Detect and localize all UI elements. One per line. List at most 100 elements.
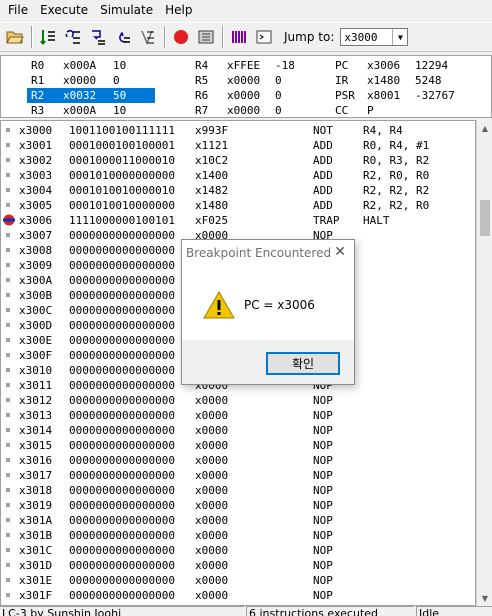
row-marker-icon[interactable]: [6, 548, 10, 552]
row-marker-icon[interactable]: [6, 503, 10, 507]
memory-row[interactable]: x3019 0000000000000000 x0000 NOP: [1, 498, 475, 513]
register-pc[interactable]: PC x3006 12294: [331, 58, 451, 73]
row-marker-icon[interactable]: [6, 323, 10, 327]
memory-row[interactable]: x3000 1001100100111111 x993F NOT R4, R4: [1, 123, 475, 138]
memory-hex: x0000: [195, 529, 229, 542]
breakpoint-button[interactable]: [170, 26, 192, 48]
row-marker-icon[interactable]: [6, 488, 10, 492]
step-out-button[interactable]: [112, 26, 134, 48]
row-marker-icon[interactable]: [6, 398, 10, 402]
step-in-button[interactable]: [87, 26, 109, 48]
row-marker-icon[interactable]: [6, 263, 10, 267]
console-icon: [256, 30, 272, 44]
row-marker-icon[interactable]: [6, 533, 10, 537]
row-marker-icon[interactable]: [6, 278, 10, 282]
row-marker-icon[interactable]: [6, 473, 10, 477]
memory-row[interactable]: x301B 0000000000000000 x0000 NOP: [1, 528, 475, 543]
menu-execute[interactable]: Execute: [34, 0, 94, 20]
memory-row[interactable]: x3016 0000000000000000 x0000 NOP: [1, 453, 475, 468]
console-button[interactable]: [253, 26, 275, 48]
memory-row[interactable]: x3014 0000000000000000 x0000 NOP: [1, 423, 475, 438]
memory-row[interactable]: x3018 0000000000000000 x0000 NOP: [1, 483, 475, 498]
memory-op: NOP: [313, 544, 333, 557]
row-marker-icon[interactable]: [6, 458, 10, 462]
memory-row[interactable]: x3001 0001000100100001 x1121 ADD R0, R4, #1: [1, 138, 475, 153]
row-marker-icon[interactable]: [6, 188, 10, 192]
register-dec: 10: [113, 59, 127, 72]
row-marker-icon[interactable]: [6, 338, 10, 342]
memory-row[interactable]: x301A 0000000000000000 x0000 NOP: [1, 513, 475, 528]
scroll-down-icon[interactable]: ▼: [477, 590, 492, 606]
ok-button[interactable]: 확인: [266, 352, 340, 375]
memory-row[interactable]: x3006 1111000000100101 xF025 TRAP HALT: [1, 213, 475, 228]
row-marker-icon[interactable]: [6, 128, 10, 132]
row-marker-icon[interactable]: [6, 443, 10, 447]
memory-op: NOP: [313, 499, 333, 512]
row-marker-icon[interactable]: [6, 353, 10, 357]
step-in-icon: [92, 30, 105, 45]
register-dec: 12294: [415, 59, 449, 72]
memory-args: R2, R2, R2: [363, 184, 430, 197]
row-marker-icon[interactable]: [6, 383, 10, 387]
register-r5[interactable]: R5 x0000 0: [191, 73, 311, 88]
toolbar-separator: [31, 26, 33, 48]
row-marker-icon[interactable]: [6, 173, 10, 177]
memory-button[interactable]: [195, 26, 217, 48]
register-r7[interactable]: R7 x0000 0: [191, 103, 311, 118]
register-ir[interactable]: IR x1480 5248: [331, 73, 451, 88]
open-file-button[interactable]: [4, 26, 26, 48]
menu-help[interactable]: Help: [159, 0, 198, 20]
row-marker-icon[interactable]: [6, 428, 10, 432]
scroll-up-icon[interactable]: ▲: [477, 120, 492, 136]
menu-simulate[interactable]: Simulate: [94, 0, 159, 20]
memory-row[interactable]: x301D 0000000000000000 x0000 NOP: [1, 558, 475, 573]
step-out-icon: [119, 31, 130, 43]
memory-row[interactable]: x3003 0001010000000000 x1400 ADD R2, R0, R0: [1, 168, 475, 183]
row-marker-icon[interactable]: [6, 518, 10, 522]
register-r4[interactable]: R4 xFFEE -18: [191, 58, 311, 73]
row-marker-icon[interactable]: [6, 308, 10, 312]
memory-op: ADD: [313, 139, 333, 152]
memory-row[interactable]: x3013 0000000000000000 x0000 NOP: [1, 408, 475, 423]
row-marker-icon[interactable]: [6, 143, 10, 147]
row-marker-icon[interactable]: [6, 563, 10, 567]
memory-row[interactable]: x3015 0000000000000000 x0000 NOP: [1, 438, 475, 453]
memory-row[interactable]: x301F 0000000000000000 x0000 NOP: [1, 588, 475, 603]
jump-to-select[interactable]: x3000 ▼: [340, 28, 409, 46]
breakpoint-marker-icon[interactable]: [3, 214, 15, 226]
memory-row[interactable]: x3017 0000000000000000 x0000 NOP: [1, 468, 475, 483]
row-marker-icon[interactable]: [6, 248, 10, 252]
stop-button[interactable]: [137, 26, 159, 48]
register-cc[interactable]: CC P: [331, 103, 451, 118]
scroll-thumb[interactable]: [480, 200, 490, 236]
step-over-button[interactable]: [62, 26, 84, 48]
memory-row[interactable]: x301E 0000000000000000 x0000 NOP: [1, 573, 475, 588]
memory-scrollbar[interactable]: ▲ ▼: [476, 120, 492, 606]
row-marker-icon[interactable]: [6, 593, 10, 597]
registers-button[interactable]: [228, 26, 250, 48]
row-marker-icon[interactable]: [6, 413, 10, 417]
register-r1[interactable]: R1 x0000 0: [27, 73, 147, 88]
register-r2[interactable]: R2 x0032 50: [27, 88, 155, 103]
close-icon[interactable]: ✕: [334, 244, 346, 260]
run-button[interactable]: [37, 26, 59, 48]
menu-file[interactable]: File: [2, 0, 34, 20]
chevron-down-icon[interactable]: ▼: [392, 29, 407, 45]
memory-row[interactable]: x3002 0001000011000010 x10C2 ADD R0, R3, R2: [1, 153, 475, 168]
register-name: R2: [31, 89, 45, 102]
memory-row[interactable]: x3005 0001010010000000 x1480 ADD R2, R2, R0: [1, 198, 475, 213]
row-marker-icon[interactable]: [6, 368, 10, 372]
row-marker-icon[interactable]: [6, 578, 10, 582]
memory-addr: x300C: [19, 304, 53, 317]
register-r6[interactable]: R6 x0000 0: [191, 88, 311, 103]
register-r3[interactable]: R3 x000A 10: [27, 103, 147, 118]
memory-row[interactable]: x301C 0000000000000000 x0000 NOP: [1, 543, 475, 558]
memory-row[interactable]: x3012 0000000000000000 x0000 NOP: [1, 393, 475, 408]
register-r0[interactable]: R0 x000A 10: [27, 58, 147, 73]
register-psr[interactable]: PSR x8001 -32767: [331, 88, 455, 103]
row-marker-icon[interactable]: [6, 203, 10, 207]
memory-row[interactable]: x3004 0001010010000010 x1482 ADD R2, R2, R2: [1, 183, 475, 198]
row-marker-icon[interactable]: [6, 158, 10, 162]
row-marker-icon[interactable]: [6, 233, 10, 237]
row-marker-icon[interactable]: [6, 293, 10, 297]
